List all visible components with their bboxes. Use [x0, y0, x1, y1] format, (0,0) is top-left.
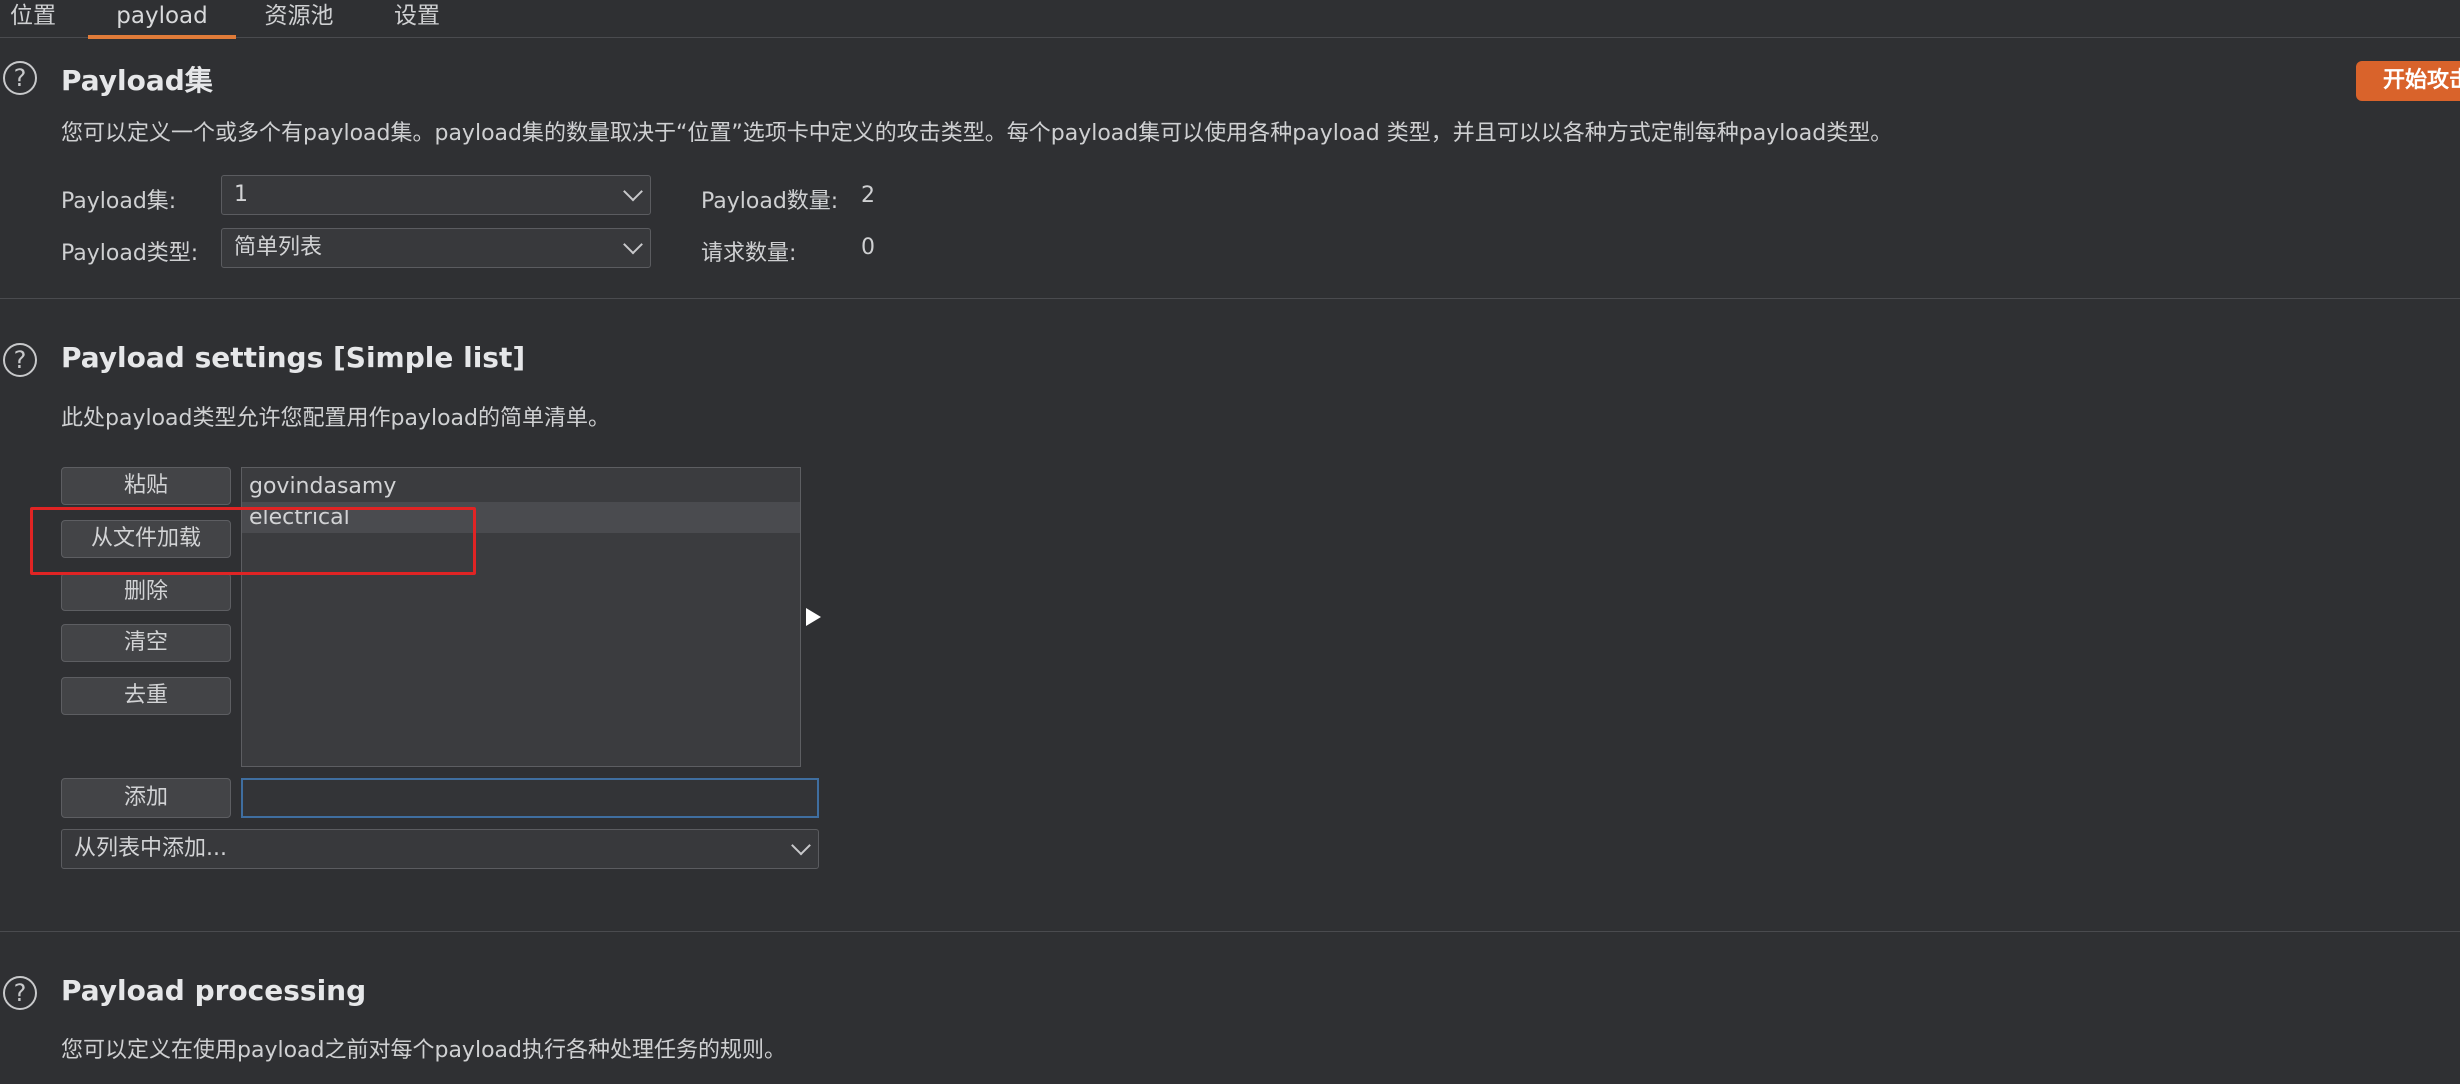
request-count-label: 请求数量:: [701, 241, 797, 266]
payload-type-value: 简单列表: [234, 235, 323, 260]
section-divider: [0, 298, 2460, 299]
chevron-down-icon: [623, 234, 643, 255]
tab-bar: 位置 payload 资源池 设置: [0, 0, 2460, 39]
section-divider: [0, 931, 2460, 932]
paste-button[interactable]: 粘贴: [61, 467, 231, 505]
tab-payloads[interactable]: payload: [88, 0, 236, 39]
payload-sets-title: Payload集: [61, 64, 213, 97]
list-item[interactable]: govindasamy: [242, 471, 800, 502]
help-icon[interactable]: ?: [3, 976, 37, 1010]
deduplicate-button[interactable]: 去重: [61, 677, 231, 715]
payload-settings-description: 此处payload类型允许您配置用作payload的简单清单。: [61, 406, 610, 431]
payload-type-select[interactable]: 简单列表: [221, 228, 651, 268]
payload-settings-title: Payload settings [Simple list]: [61, 341, 526, 374]
payload-count-value: 2: [861, 183, 875, 208]
add-from-list-value: 从列表中添加...: [74, 836, 227, 861]
triangle-right-icon[interactable]: [803, 606, 823, 628]
payload-processing-description: 您可以定义在使用payload之前对每个payload执行各种处理任务的规则。: [61, 1038, 786, 1063]
payload-set-value: 1: [234, 182, 248, 207]
payload-count-label: Payload数量:: [701, 189, 839, 214]
request-count-value: 0: [861, 235, 875, 260]
clear-button[interactable]: 清空: [61, 624, 231, 662]
payload-set-select[interactable]: 1: [221, 175, 651, 215]
chevron-down-icon: [623, 181, 643, 202]
chevron-down-icon: [791, 835, 811, 856]
remove-button[interactable]: 删除: [61, 573, 231, 611]
highlight-box: [30, 507, 476, 575]
help-icon[interactable]: ?: [3, 61, 37, 95]
tab-settings[interactable]: 设置: [374, 0, 460, 35]
help-icon[interactable]: ?: [3, 343, 37, 377]
payload-sets-description: 您可以定义一个或多个有payload集。payload集的数量取决于“位置”选项…: [61, 121, 1893, 146]
payload-type-label: Payload类型:: [61, 241, 199, 266]
tab-resource-pool[interactable]: 资源池: [256, 0, 342, 35]
add-from-list-select[interactable]: 从列表中添加...: [61, 829, 819, 869]
add-button[interactable]: 添加: [61, 778, 231, 818]
payload-processing-title: Payload processing: [61, 974, 367, 1007]
payload-set-label: Payload集:: [61, 189, 177, 214]
tab-positions[interactable]: 位置: [0, 0, 66, 35]
start-attack-button[interactable]: 开始攻击: [2356, 61, 2460, 101]
add-payload-input[interactable]: [241, 778, 819, 818]
